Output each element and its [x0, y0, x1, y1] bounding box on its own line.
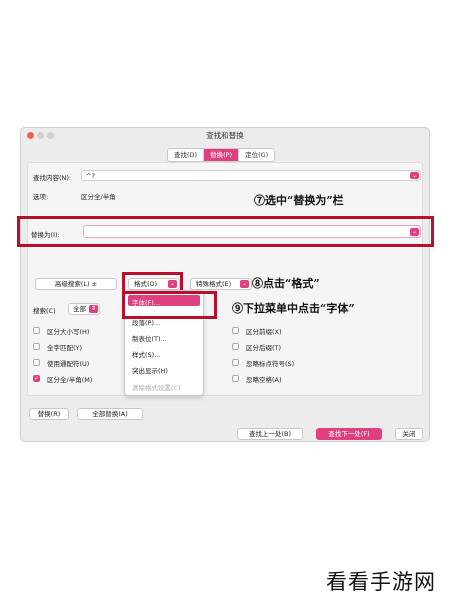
find-next-button[interactable]: 查找下一处(F)	[316, 428, 382, 440]
match-suffix-label: 区分后缀(T)	[246, 344, 282, 352]
find-input[interactable]: ^? ⌄	[81, 170, 421, 181]
match-prefix-checkbox[interactable]	[232, 327, 239, 334]
menu-item-tabs[interactable]: 制表位(T)...	[132, 333, 167, 343]
ignore-punctuation-checkbox[interactable]	[232, 359, 239, 366]
find-input-value: ^?	[86, 172, 95, 180]
step7-annotation: ⑦选中“替换为”栏	[254, 194, 344, 207]
close-button[interactable]: 关闭	[395, 428, 423, 440]
ignore-whitespace-checkbox[interactable]	[232, 375, 239, 382]
wildcards-checkbox[interactable]	[33, 359, 40, 366]
replace-all-button[interactable]: 全部替换(A)	[77, 408, 143, 420]
ignore-whitespace-label: 忽略空格(A)	[246, 376, 282, 384]
match-case-label: 区分大小写(H)	[47, 328, 90, 336]
menu-item-highlight[interactable]: 突出显示(H)	[132, 365, 168, 375]
whole-word-checkbox[interactable]	[33, 343, 40, 350]
width-sensitive-label: 区分全/半角(M)	[47, 376, 93, 384]
tab-goto[interactable]: 定位(G)	[239, 149, 274, 161]
search-label: 搜索(C)	[33, 307, 56, 315]
find-replace-dialog: 查找和替换 查找(D) 替换(P) 定位(G) 查找内容(N): ^? ⌄ 选项…	[20, 127, 430, 442]
special-format-label: 特殊格式(E)	[196, 280, 232, 288]
special-format-button[interactable]: 特殊格式(E) ⌄	[190, 278, 252, 290]
find-history-chevron-icon[interactable]: ⌄	[410, 172, 419, 179]
window-title: 查找和替换	[206, 131, 244, 140]
search-scope-chevron-icon: ⇕	[89, 305, 98, 313]
match-prefix-label: 区分前缀(X)	[246, 328, 282, 336]
match-suffix-checkbox[interactable]	[232, 343, 239, 350]
special-chevron-icon: ⌄	[240, 280, 249, 288]
width-sensitive-checkbox[interactable]: ✓	[33, 375, 40, 382]
match-case-checkbox[interactable]	[33, 327, 40, 334]
find-label: 查找内容(N):	[33, 174, 72, 182]
options-label: 选项:	[33, 193, 49, 201]
tab-bar: 查找(D) 替换(P) 定位(G)	[167, 148, 276, 162]
tab-replace[interactable]: 替换(P)	[204, 149, 240, 161]
menu-item-style[interactable]: 样式(S)...	[132, 349, 160, 359]
tab-find[interactable]: 查找(D)	[168, 149, 205, 161]
menu-item-clear-format: 清除格式设置(C)	[132, 384, 181, 392]
step8-annotation: ⑧点击“格式”	[252, 277, 320, 290]
title-bar: 查找和替换	[21, 128, 429, 144]
whole-word-label: 全字匹配(Y)	[47, 344, 83, 352]
search-scope-select[interactable]: 全部 ⇕	[68, 303, 100, 315]
options-value: 区分全/半角	[81, 193, 116, 201]
more-options-button[interactable]: 高级搜索(L) ±	[35, 278, 117, 290]
ignore-punctuation-label: 忽略标点符号(S)	[246, 360, 295, 368]
find-previous-button[interactable]: 查找上一处(B)	[237, 428, 303, 440]
replace-field-highlight-box	[17, 216, 434, 247]
site-watermark: 看看手游网	[326, 570, 436, 594]
wildcards-label: 使用通配符(U)	[47, 360, 90, 368]
step9-annotation: ⑨下拉菜单中点击“字体”	[232, 302, 355, 315]
replace-button[interactable]: 替换(R)	[29, 408, 69, 420]
search-scope-value: 全部	[73, 305, 86, 313]
font-menu-item-highlight-box	[122, 291, 217, 319]
